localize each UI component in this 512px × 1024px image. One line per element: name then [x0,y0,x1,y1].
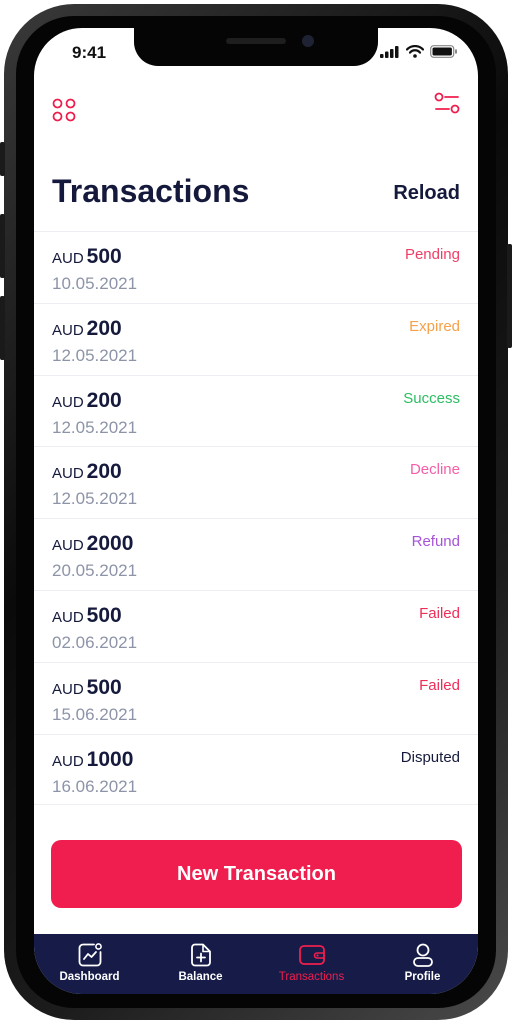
transaction-row[interactable]: AUD 500 10.05.2021 Pending [34,231,478,303]
transaction-amount: AUD 200 [52,460,122,484]
transaction-date: 12.05.2021 [52,345,138,365]
tab-balance[interactable]: Balance [145,934,256,994]
transaction-amount: AUD 2000 [52,532,133,556]
currency-code: AUD [52,608,84,626]
reload-button[interactable]: Reload [393,182,460,205]
wifi-icon [406,45,424,58]
transaction-date: 16.06.2021 [52,776,138,796]
transaction-amount: AUD 500 [52,245,122,269]
transaction-amount: AUD 200 [52,389,122,413]
transaction-date: 12.05.2021 [52,417,138,437]
battery-icon [430,45,457,58]
tab-label: Transactions [278,971,345,983]
bottom-tab-bar: Dashboard Balance Transactions Profile [34,934,478,994]
tab-label: Balance [178,971,223,983]
transaction-row[interactable]: AUD 200 12.05.2021 Expired [34,302,478,375]
currency-code: AUD [52,680,84,698]
page-title: Transactions [52,173,250,209]
currency-code: AUD [52,321,84,339]
tab-profile[interactable]: Profile [367,934,478,994]
transaction-status: Expired [409,317,460,335]
transaction-date: 15.06.2021 [52,704,138,724]
currency-code: AUD [52,537,84,555]
transactions-list: AUD 500 10.05.2021 Pending AUD 200 12.05.2… [34,231,478,806]
status-time: 9:41 [72,43,107,62]
chart-icon [78,943,102,967]
transaction-amount: AUD 500 [52,604,122,628]
tab-transactions[interactable]: Transactions [256,934,367,994]
notch [134,28,378,66]
front-camera [302,35,314,47]
user-icon [412,943,433,967]
app-screen: 9:41 Transactions Reload AUD 500 10.05.2… [34,28,478,994]
wallet-icon [298,945,325,965]
filter-settings-icon[interactable] [434,92,460,119]
tab-label: Profile [404,971,441,983]
transaction-amount: AUD 500 [52,676,122,700]
transaction-date: 12.05.2021 [52,489,138,509]
currency-code: AUD [52,250,84,267]
currency-code: AUD [52,465,84,483]
transaction-date: 20.05.2021 [52,561,138,581]
transaction-row[interactable]: AUD 200 12.05.2021 Decline [34,446,478,518]
amount-value: 500 [86,245,122,268]
transaction-status: Success [403,389,460,407]
amount-value: 500 [86,603,122,627]
currency-code: AUD [52,752,84,770]
tab-label: Dashboard [59,971,120,983]
transaction-row[interactable]: AUD 200 12.05.2021 Success [34,374,478,447]
transaction-status: Pending [404,246,460,263]
transaction-status: Decline [409,461,460,479]
amount-value: 200 [86,388,122,412]
silent-switch [0,142,5,176]
transaction-amount: AUD 1000 [52,748,133,772]
transaction-row[interactable]: AUD 500 15.06.2021 Failed [34,661,478,734]
document-plus-icon [190,943,211,967]
transaction-status: Refund [411,533,460,551]
transaction-row[interactable]: AUD 1000 16.06.2021 Disputed [34,733,478,806]
speaker-grille [226,38,286,44]
new-transaction-button[interactable]: New Transaction [51,840,462,908]
transaction-status: Failed [419,604,460,622]
amount-value: 1000 [86,747,134,771]
transaction-row[interactable]: AUD 500 02.06.2021 Failed [34,589,478,662]
amount-value: 500 [86,675,122,699]
signal-icon [380,45,399,58]
transaction-date: 10.05.2021 [52,274,138,293]
power-button [507,244,512,348]
transaction-row[interactable]: AUD 2000 20.05.2021 Refund [34,518,478,590]
tab-dashboard[interactable]: Dashboard [34,934,145,994]
volume-down-button [0,296,5,360]
transaction-status: Disputed [400,748,460,766]
transaction-amount: AUD 200 [52,317,122,341]
amount-value: 200 [86,316,122,340]
status-icons [380,45,458,58]
amount-value: 200 [86,460,122,484]
transaction-date: 02.06.2021 [52,632,138,652]
amount-value: 2000 [86,532,134,556]
transaction-status: Failed [419,676,460,694]
currency-code: AUD [52,393,84,411]
volume-up-button [0,214,5,278]
apps-grid-icon[interactable] [52,98,76,127]
